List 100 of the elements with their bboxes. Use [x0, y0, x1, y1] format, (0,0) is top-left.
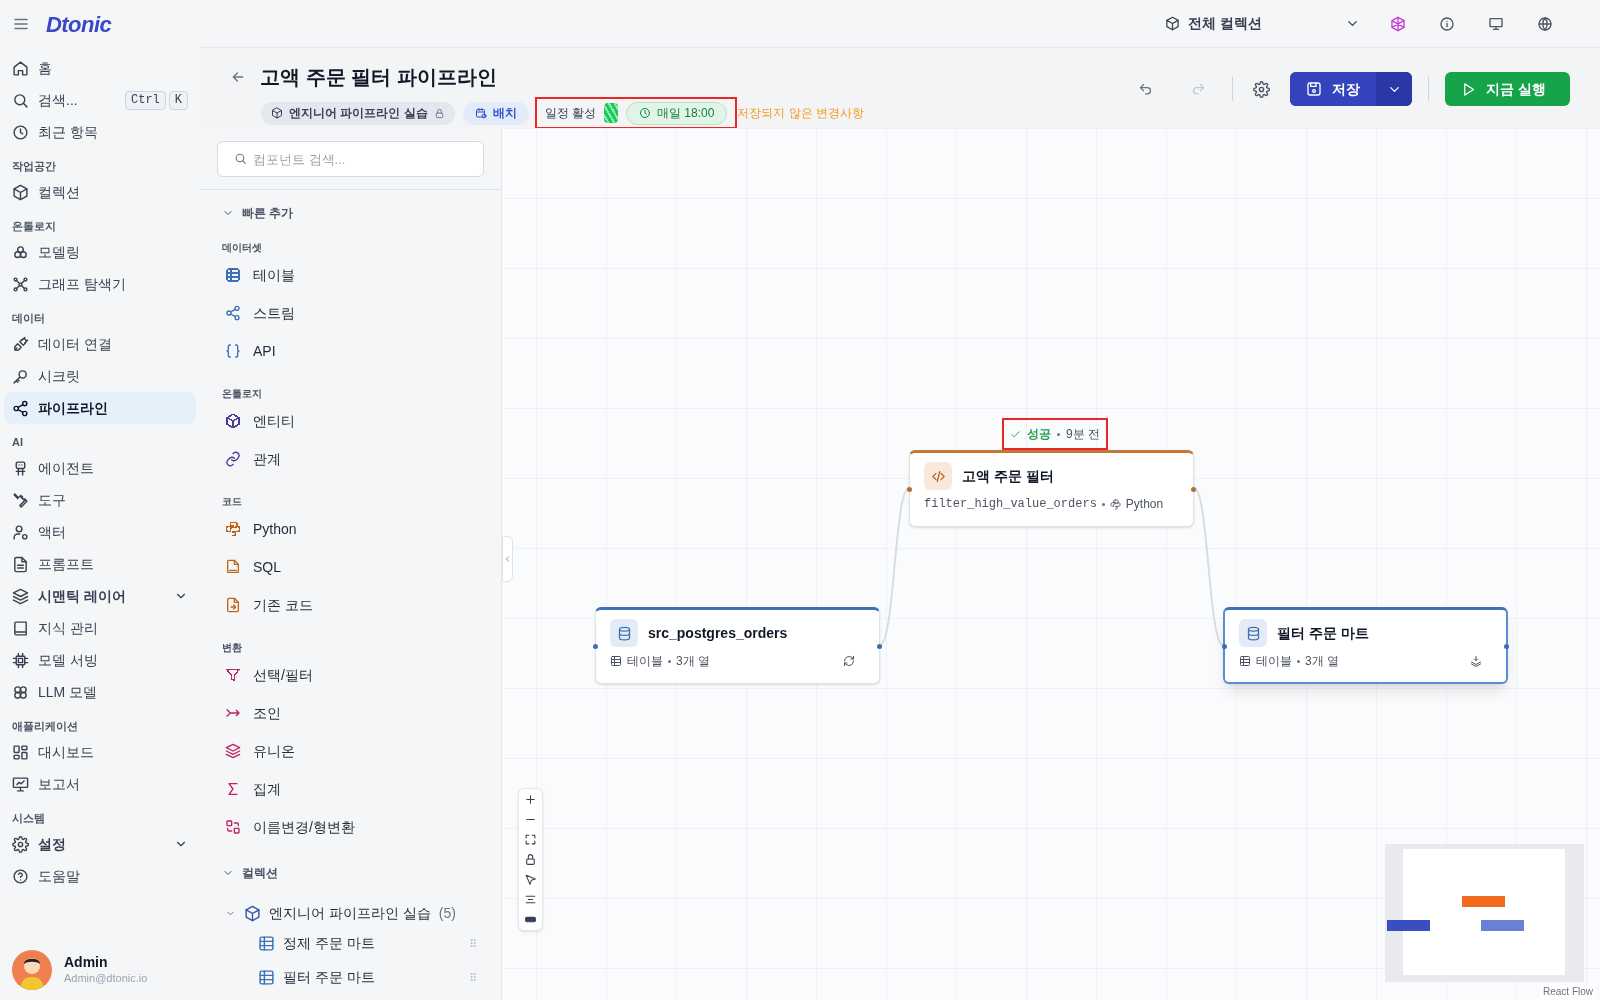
- component-search-field[interactable]: 컴포넌트 검색...: [217, 141, 484, 177]
- dataset-node[interactable]: src_postgres_orders 테이블 3개 열: [595, 607, 880, 684]
- refresh-icon[interactable]: [843, 655, 855, 667]
- globe-icon[interactable]: [1537, 15, 1553, 32]
- logo[interactable]: Dtonic: [46, 7, 112, 41]
- run-time: 9분 전: [1066, 426, 1100, 443]
- zoom-in-icon[interactable]: [524, 793, 537, 806]
- link-icon: [225, 451, 241, 467]
- sidebar-item[interactable]: 시맨틱 레이어: [4, 580, 196, 612]
- python-icon: [1109, 498, 1121, 510]
- code-node[interactable]: 고액 주문 필터 filter_high_value_orders Python: [909, 450, 1194, 527]
- lock-icon[interactable]: [524, 853, 537, 866]
- minimap[interactable]: [1385, 844, 1584, 982]
- connection-handle[interactable]: [1504, 644, 1509, 649]
- collection-selector[interactable]: 전체 컬렉션: [1165, 13, 1360, 34]
- layers-download-icon[interactable]: [1470, 655, 1482, 667]
- category-label: 변환: [222, 640, 243, 655]
- sidebar-item[interactable]: 데이터 연결: [4, 328, 196, 360]
- collection-tree-item[interactable]: 엔지니어 파이프라인 실습 (5): [222, 900, 479, 926]
- settings-icon[interactable]: [1253, 80, 1271, 98]
- language-label: Python: [1125, 496, 1164, 513]
- component-item[interactable]: 테이블: [222, 256, 479, 294]
- dataset-node[interactable]: 필터 주문 마트 테이블 3개 열: [1223, 607, 1508, 684]
- sidebar-item[interactable]: 시크릿: [4, 360, 196, 392]
- sidebar-item[interactable]: 검색... Ctrl K: [4, 84, 196, 116]
- database-glyph-icon: [616, 625, 632, 641]
- sidebar-item[interactable]: 보고서: [4, 768, 196, 800]
- fit-view-icon[interactable]: [524, 833, 537, 846]
- component-item[interactable]: SQL: [222, 548, 479, 586]
- sidebar-item[interactable]: 도움말: [4, 860, 196, 892]
- undo-icon[interactable]: [1138, 81, 1154, 97]
- component-item[interactable]: 선택/필터: [222, 656, 479, 694]
- key-icon: [12, 367, 29, 385]
- sidebar-item[interactable]: 홈: [4, 52, 196, 84]
- connection-handle[interactable]: [1222, 644, 1227, 649]
- table-icon: [258, 968, 275, 986]
- sidebar-item[interactable]: 그래프 탐색기: [4, 268, 196, 300]
- schedule-time-chip[interactable]: 매일 18:00: [626, 101, 728, 125]
- document-icon: [12, 555, 29, 573]
- network-icon[interactable]: [1390, 15, 1406, 32]
- sidebar-item[interactable]: 모델 서빙: [4, 644, 196, 676]
- save-button[interactable]: 저장: [1290, 72, 1377, 106]
- monitor-icon[interactable]: [1488, 15, 1504, 32]
- sidebar-item[interactable]: 에이전트: [4, 452, 196, 484]
- align-icon[interactable]: [524, 893, 537, 906]
- component-item[interactable]: 유니온: [222, 732, 479, 770]
- section-toggle[interactable]: 빠른 추가: [222, 202, 479, 224]
- save-icon: [1306, 81, 1323, 97]
- run-status: 성공: [1027, 426, 1051, 443]
- graph-icon: [12, 275, 29, 293]
- sidebar-item[interactable]: 최근 항목: [4, 116, 196, 148]
- calendar-icon: [474, 107, 487, 119]
- sidebar-item[interactable]: 도구: [4, 484, 196, 516]
- component-item[interactable]: 스트림: [222, 294, 479, 332]
- sidebar-item[interactable]: 모델링: [4, 236, 196, 268]
- component-item[interactable]: 이름변경/형변환: [222, 808, 479, 846]
- sidebar-item[interactable]: LLM 모델: [4, 676, 196, 708]
- redo-icon: [1191, 81, 1207, 97]
- component-item[interactable]: 조인: [222, 694, 479, 732]
- collapse-panel-handle[interactable]: [502, 536, 513, 582]
- dataset-tree-item[interactable]: 필터 주문 마트: [222, 960, 479, 994]
- component-item[interactable]: Python: [222, 510, 479, 548]
- component-item[interactable]: 기존 코드: [222, 586, 479, 624]
- sidebar-item[interactable]: 프롬프트: [4, 548, 196, 580]
- sidebar-item[interactable]: 액터: [4, 516, 196, 548]
- node-type: 테이블: [1256, 653, 1292, 670]
- section-toggle[interactable]: 컬렉션: [222, 862, 479, 884]
- section-label: 애플리케이션: [11, 718, 79, 734]
- sidebar-item[interactable]: 파이프라인: [4, 392, 196, 424]
- save-options-button[interactable]: [1376, 72, 1413, 106]
- attribution-link[interactable]: React Flow: [1540, 984, 1596, 999]
- back-arrow-icon[interactable]: [230, 69, 246, 85]
- collection-chip[interactable]: 엔지니어 파이프라인 실습: [261, 101, 455, 125]
- node-title: 고액 주문 필터: [962, 466, 1054, 486]
- info-icon[interactable]: [1439, 15, 1455, 32]
- dataset-tree-item[interactable]: 정제 주문 마트: [222, 926, 479, 960]
- component-item[interactable]: API: [222, 332, 479, 370]
- search-icon: [12, 91, 29, 109]
- sidebar-item[interactable]: 지식 관리: [4, 612, 196, 644]
- schedule-toggle[interactable]: [604, 103, 618, 123]
- sidebar-item[interactable]: 설정: [4, 828, 196, 860]
- sidebar-item[interactable]: 대시보드: [4, 736, 196, 768]
- connection-handle[interactable]: [593, 644, 598, 649]
- search-icon: [234, 152, 247, 165]
- sidebar-item[interactable]: 컬렉션: [4, 176, 196, 208]
- component-item[interactable]: 관계: [222, 440, 479, 478]
- pointer-icon[interactable]: [524, 873, 537, 886]
- component-item[interactable]: 엔티티: [222, 402, 479, 440]
- user-email: Admin@dtonic.io: [64, 971, 148, 986]
- connection-handle[interactable]: [1191, 487, 1196, 492]
- component-item[interactable]: 집계: [222, 770, 479, 808]
- cube-icon: [271, 107, 283, 119]
- connection-handle[interactable]: [877, 644, 882, 649]
- user-name: Admin: [64, 954, 109, 972]
- code-glyph-icon: [930, 468, 946, 484]
- connection-handle[interactable]: [907, 487, 912, 492]
- category-label: 코드: [222, 494, 243, 509]
- avatar[interactable]: [12, 950, 52, 990]
- wrench-icon: [12, 491, 29, 509]
- help-icon: [12, 867, 29, 885]
